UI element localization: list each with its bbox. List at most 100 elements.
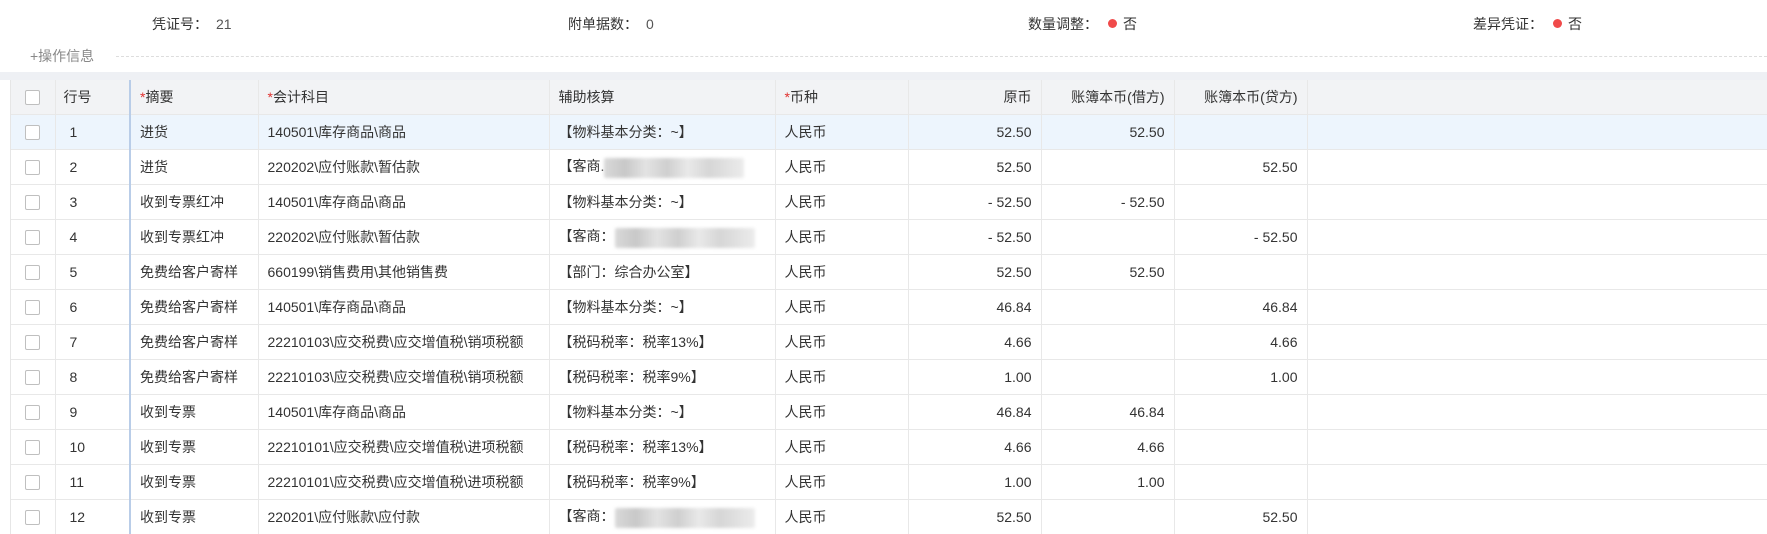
debit-amount-cell[interactable]	[1041, 324, 1175, 360]
currency-cell[interactable]: 人民币	[775, 429, 909, 465]
aux-cell[interactable]: 【物料基本分类：~】	[549, 114, 776, 150]
currency-cell[interactable]: 人民币	[775, 219, 909, 255]
debit-amount-cell[interactable]: 52.50	[1041, 254, 1175, 290]
account-cell[interactable]: 22210101\应交税费\应交增值税\进项税额	[258, 464, 550, 500]
currency-cell[interactable]: 人民币	[775, 324, 909, 360]
original-amount-cell[interactable]: 52.50	[908, 149, 1042, 185]
table-row[interactable]: 7 免费给客户寄样 22210103\应交税费\应交增值税\销项税额 【税码税率…	[11, 324, 1767, 360]
original-amount-cell[interactable]: - 52.50	[908, 219, 1042, 255]
original-amount-cell[interactable]: 1.00	[908, 359, 1042, 395]
row-checkbox-cell[interactable]	[11, 429, 56, 465]
table-row[interactable]: 11 收到专票 22210101\应交税费\应交增值税\进项税额 【税码税率：税…	[11, 464, 1767, 500]
row-checkbox[interactable]	[25, 405, 41, 421]
summary-cell[interactable]: 免费给客户寄样	[130, 289, 259, 325]
summary-cell[interactable]: 收到专票	[130, 429, 259, 465]
debit-amount-cell[interactable]: 1.00	[1041, 464, 1175, 500]
aux-cell[interactable]: 【物料基本分类：~】	[549, 184, 776, 220]
summary-cell[interactable]: 免费给客户寄样	[130, 324, 259, 360]
credit-amount-cell[interactable]: 4.66	[1174, 324, 1308, 360]
original-amount-cell[interactable]: 4.66	[908, 429, 1042, 465]
debit-amount-cell[interactable]	[1041, 289, 1175, 325]
col-header-summary[interactable]: *摘要	[130, 80, 259, 115]
row-checkbox-cell[interactable]	[11, 219, 56, 255]
select-all-checkbox-cell[interactable]	[11, 80, 56, 115]
col-header-aux[interactable]: 辅助核算	[549, 80, 776, 115]
aux-cell[interactable]: 【物料基本分类：~】	[549, 394, 776, 430]
account-cell[interactable]: 140501\库存商品\商品	[258, 184, 550, 220]
summary-cell[interactable]: 收到专票红冲	[130, 184, 259, 220]
row-checkbox-cell[interactable]	[11, 289, 56, 325]
credit-amount-cell[interactable]: - 52.50	[1174, 219, 1308, 255]
debit-amount-cell[interactable]: 52.50	[1041, 114, 1175, 150]
row-checkbox-cell[interactable]	[11, 359, 56, 395]
account-cell[interactable]: 22210103\应交税费\应交增值税\销项税额	[258, 359, 550, 395]
aux-cell[interactable]: 【客商.	[549, 149, 776, 185]
col-header-currency[interactable]: *币种	[775, 80, 909, 115]
summary-cell[interactable]: 收到专票	[130, 499, 259, 534]
currency-cell[interactable]: 人民币	[775, 184, 909, 220]
credit-amount-cell[interactable]: 1.00	[1174, 359, 1308, 395]
row-checkbox-cell[interactable]	[11, 499, 56, 534]
credit-amount-cell[interactable]	[1174, 254, 1308, 290]
summary-cell[interactable]: 收到专票红冲	[130, 219, 259, 255]
account-cell[interactable]: 140501\库存商品\商品	[258, 289, 550, 325]
row-checkbox[interactable]	[25, 335, 41, 351]
currency-cell[interactable]: 人民币	[775, 499, 909, 534]
row-checkbox[interactable]	[25, 370, 41, 386]
row-checkbox-cell[interactable]	[11, 464, 56, 500]
account-cell[interactable]: 220201\应付账款\应付款	[258, 499, 550, 534]
aux-cell[interactable]: 【客商：	[549, 219, 776, 255]
summary-cell[interactable]: 免费给客户寄样	[130, 254, 259, 290]
credit-amount-cell[interactable]	[1174, 184, 1308, 220]
currency-cell[interactable]: 人民币	[775, 114, 909, 150]
credit-amount-cell[interactable]: 52.50	[1174, 499, 1308, 534]
summary-cell[interactable]: 收到专票	[130, 464, 259, 500]
debit-amount-cell[interactable]	[1041, 149, 1175, 185]
row-checkbox[interactable]	[25, 265, 41, 281]
currency-cell[interactable]: 人民币	[775, 254, 909, 290]
row-checkbox[interactable]	[25, 475, 41, 491]
account-cell[interactable]: 140501\库存商品\商品	[258, 114, 550, 150]
currency-cell[interactable]: 人民币	[775, 289, 909, 325]
row-checkbox[interactable]	[25, 230, 41, 246]
credit-amount-cell[interactable]	[1174, 429, 1308, 465]
summary-cell[interactable]: 免费给客户寄样	[130, 359, 259, 395]
col-header-account[interactable]: *会计科目	[258, 80, 550, 115]
summary-cell[interactable]: 收到专票	[130, 394, 259, 430]
account-cell[interactable]: 220202\应付账款\暂估款	[258, 219, 550, 255]
row-checkbox[interactable]	[25, 300, 41, 316]
aux-cell[interactable]: 【税码税率：税率13%】	[549, 429, 776, 465]
table-row[interactable]: 8 免费给客户寄样 22210103\应交税费\应交增值税\销项税额 【税码税率…	[11, 359, 1767, 395]
aux-cell[interactable]: 【物料基本分类：~】	[549, 289, 776, 325]
account-cell[interactable]: 140501\库存商品\商品	[258, 394, 550, 430]
aux-cell[interactable]: 【税码税率：税率9%】	[549, 359, 776, 395]
aux-cell[interactable]: 【税码税率：税率9%】	[549, 464, 776, 500]
original-amount-cell[interactable]: 4.66	[908, 324, 1042, 360]
currency-cell[interactable]: 人民币	[775, 464, 909, 500]
account-cell[interactable]: 22210101\应交税费\应交增值税\进项税额	[258, 429, 550, 465]
operation-info-toggle[interactable]: +操作信息	[30, 46, 94, 66]
col-header-original[interactable]: 原币	[908, 80, 1042, 115]
row-checkbox[interactable]	[25, 510, 41, 526]
table-row[interactable]: 12 收到专票 220201\应付账款\应付款 【客商： 人民币 52.50 5…	[11, 499, 1767, 534]
credit-amount-cell[interactable]: 52.50	[1174, 149, 1308, 185]
account-cell[interactable]: 660199\销售费用\其他销售费	[258, 254, 550, 290]
summary-cell[interactable]: 进货	[130, 114, 259, 150]
debit-amount-cell[interactable]	[1041, 219, 1175, 255]
currency-cell[interactable]: 人民币	[775, 394, 909, 430]
row-checkbox[interactable]	[25, 125, 41, 141]
table-row[interactable]: 3 收到专票红冲 140501\库存商品\商品 【物料基本分类：~】 人民币 -…	[11, 184, 1767, 220]
row-checkbox-cell[interactable]	[11, 254, 56, 290]
account-cell[interactable]: 22210103\应交税费\应交增值税\销项税额	[258, 324, 550, 360]
table-row[interactable]: 10 收到专票 22210101\应交税费\应交增值税\进项税额 【税码税率：税…	[11, 429, 1767, 465]
row-checkbox-cell[interactable]	[11, 114, 56, 150]
debit-amount-cell[interactable]	[1041, 499, 1175, 534]
original-amount-cell[interactable]: - 52.50	[908, 184, 1042, 220]
aux-cell[interactable]: 【税码税率：税率13%】	[549, 324, 776, 360]
row-checkbox-cell[interactable]	[11, 324, 56, 360]
table-row[interactable]: 9 收到专票 140501\库存商品\商品 【物料基本分类：~】 人民币 46.…	[11, 394, 1767, 430]
table-row[interactable]: 2 进货 220202\应付账款\暂估款 【客商. 人民币 52.50 52.5…	[11, 149, 1767, 185]
row-checkbox-cell[interactable]	[11, 394, 56, 430]
original-amount-cell[interactable]: 52.50	[908, 254, 1042, 290]
credit-amount-cell[interactable]	[1174, 464, 1308, 500]
